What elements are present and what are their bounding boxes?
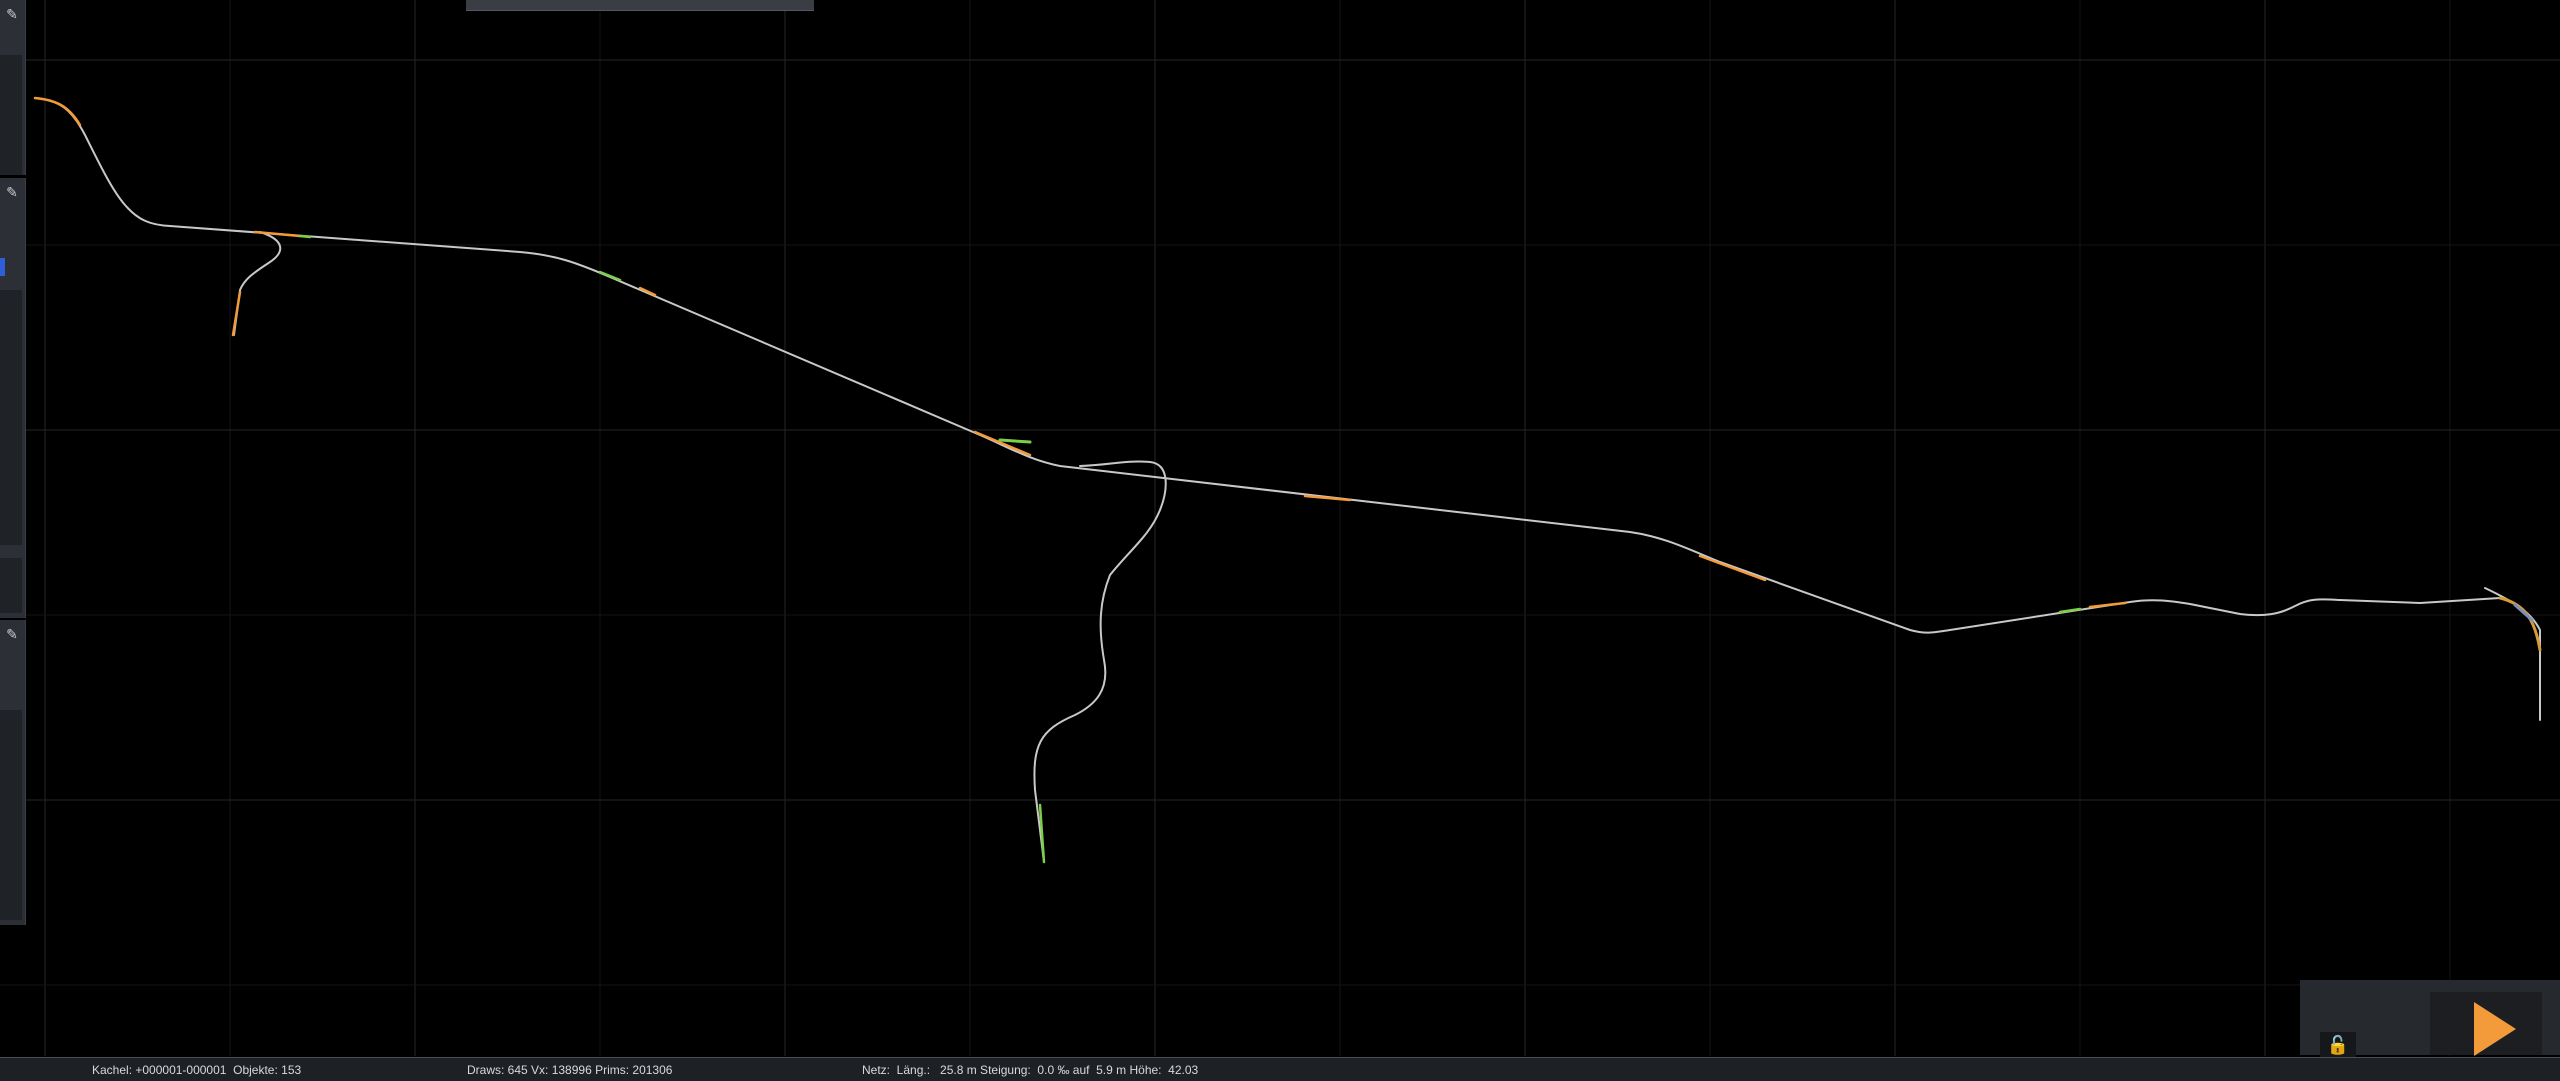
pin-icon[interactable]: ✎ <box>2 182 22 202</box>
tool-panel-1: ✎ <box>0 0 26 175</box>
tool-panel-2: ✎ <box>0 178 26 618</box>
grid <box>0 0 2560 1056</box>
branch-track-2 <box>1033 460 1167 863</box>
main-track <box>34 97 2501 634</box>
play-icon[interactable] <box>2470 998 2520 1060</box>
status-net: Netz: Läng.: 25.8 m Steigung: 0.0 ‰ auf … <box>862 1063 1199 1077</box>
pin-icon[interactable]: ✎ <box>2 4 22 24</box>
tool-panel-3-body <box>0 710 22 920</box>
end-track-2 <box>2498 596 2542 652</box>
end-track <box>2484 587 2541 721</box>
pin-icon[interactable]: ✎ <box>2 624 22 644</box>
highlight-blue-1 <box>2513 603 2534 622</box>
highlight-green-1 <box>298 234 312 239</box>
tool-panel-2-body <box>0 290 22 545</box>
tool-panel-2-footer <box>0 558 22 613</box>
highlight-orange-5 <box>973 430 1032 457</box>
highlight-green-3 <box>998 438 1032 444</box>
map-viewport[interactable] <box>0 0 2560 1080</box>
status-bar: Kachel: +000001-000001 Objekte: 153 Draw… <box>0 1057 2560 1081</box>
branch-track-1 <box>233 231 282 336</box>
highlight-green-4 <box>2058 607 2082 614</box>
status-tile: Kachel: +000001-000001 Objekte: 153 <box>92 1063 302 1077</box>
selection-marker <box>0 258 5 276</box>
unlock-icon[interactable]: 🔓 <box>2320 1032 2356 1058</box>
highlight-orange-1 <box>33 96 82 127</box>
highlight-orange-2 <box>253 230 302 238</box>
tool-panel-3: ✎ <box>0 620 26 925</box>
highlight-green-2 <box>598 270 622 282</box>
status-draws: Draws: 645 Vx: 138996 Prims: 201306 <box>467 1063 673 1077</box>
highlight-orange-3 <box>231 290 242 337</box>
track-network <box>33 96 2542 864</box>
track-canvas[interactable] <box>0 0 2560 1056</box>
top-tab[interactable] <box>466 0 814 11</box>
tool-panel-1-body <box>0 55 22 175</box>
